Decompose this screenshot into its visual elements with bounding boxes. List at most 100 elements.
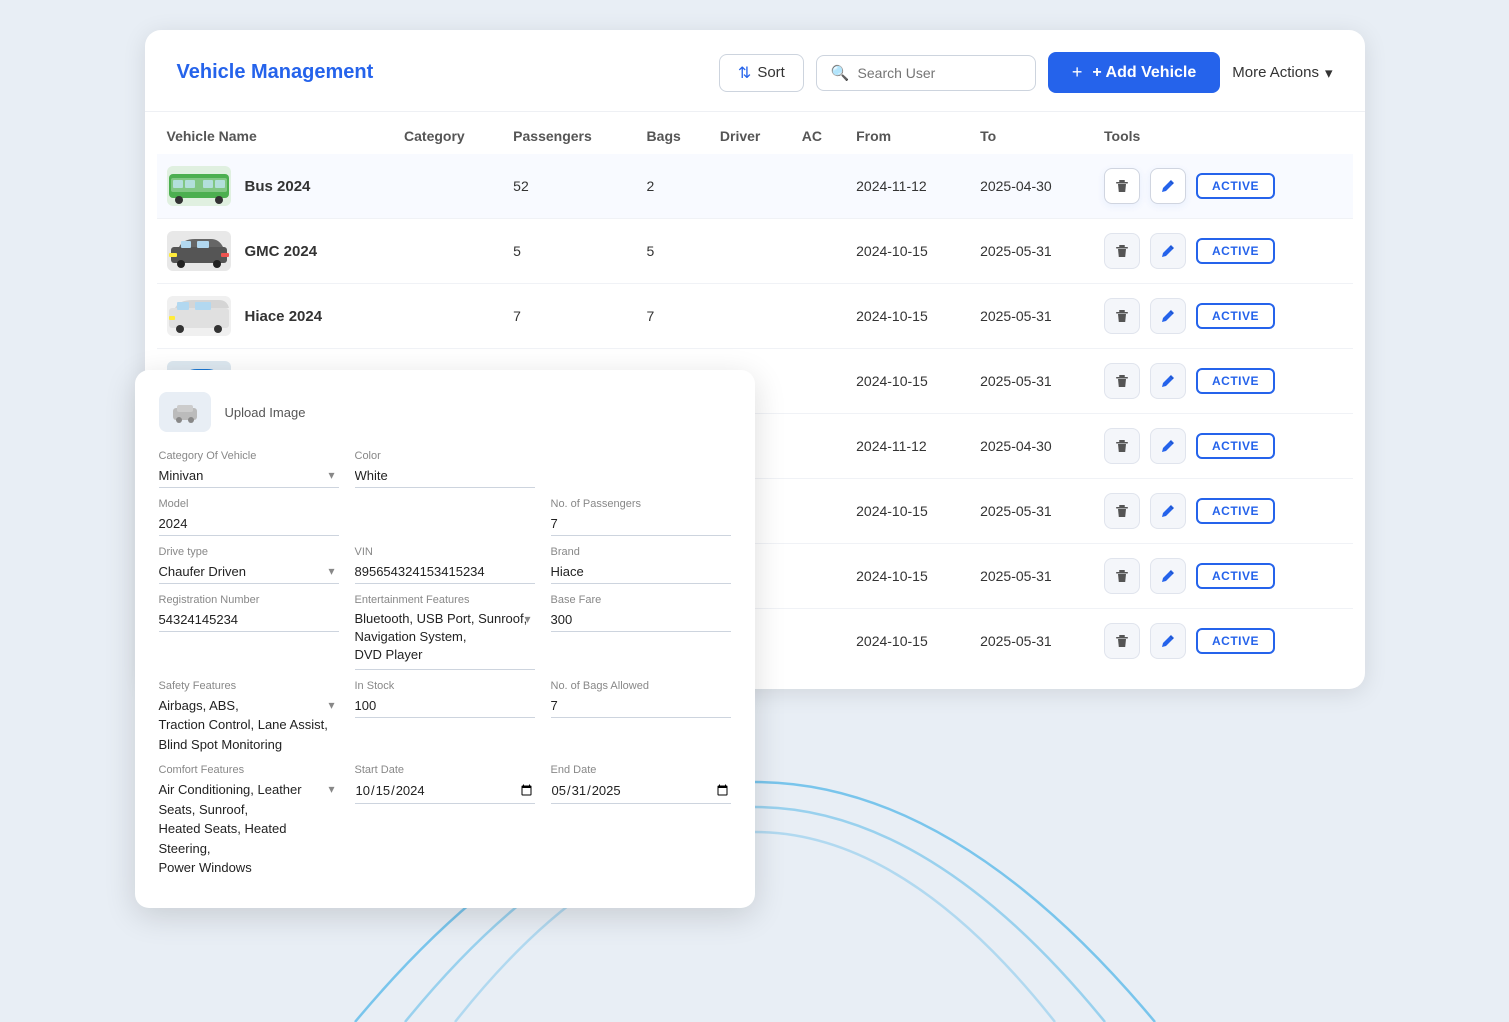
base-fare-input[interactable] [551,610,731,632]
sort-button[interactable]: ⇅ Sort [719,54,804,92]
edit-button[interactable] [1150,363,1186,399]
vehicle-name-cell: GMC 2024 [157,219,395,284]
more-actions-button[interactable]: More Actions ▾ [1232,64,1332,82]
driver-cell [710,284,792,349]
ac-cell [792,349,846,414]
base-fare-label: Base Fare [551,594,731,606]
in-stock-group: In Stock [355,680,535,755]
edit-button[interactable] [1150,428,1186,464]
from-cell: 2024-11-12 [846,414,970,479]
category-select[interactable]: Minivan [159,466,339,488]
brand-label: Brand [551,546,731,558]
col-ac: AC [792,112,846,154]
status-badge: ACTIVE [1196,368,1275,394]
delete-button[interactable] [1104,428,1140,464]
sort-icon: ⇅ [738,63,751,83]
to-cell: 2025-04-30 [970,414,1094,479]
reg-group: Registration Number [159,594,339,670]
car-icon [171,398,199,426]
main-card: Vehicle Management ⇅ Sort 🔍 + + Add Vehi… [145,30,1365,689]
upload-icon-box [159,392,211,432]
edit-button[interactable] [1150,493,1186,529]
delete-button[interactable] [1104,623,1140,659]
col-bags: Bags [637,112,710,154]
bags-allowed-label: No. of Bags Allowed [551,680,731,692]
in-stock-input[interactable] [355,696,535,718]
delete-button[interactable] [1104,558,1140,594]
vehicle-image [167,296,231,336]
tools-cell: ACTIVE [1094,479,1353,544]
col-from: From [846,112,970,154]
delete-button[interactable] [1104,233,1140,269]
model-input[interactable] [159,514,339,536]
bags-allowed-input[interactable] [551,696,731,718]
form-row-6: Comfort Features Air Conditioning, Leath… [159,764,731,878]
model-label: Model [159,498,339,510]
base-fare-group: Base Fare [551,594,731,670]
ac-cell [792,609,846,674]
safety-value: Airbags, ABS,Traction Control, Lane Assi… [159,696,339,755]
ac-cell [792,414,846,479]
upload-label[interactable]: Upload Image [225,405,306,420]
comfort-label: Comfort Features [159,764,339,776]
add-vehicle-button[interactable]: + + Add Vehicle [1048,52,1220,93]
edit-button[interactable] [1150,233,1186,269]
color-input[interactable] [355,466,535,488]
brand-input[interactable] [551,562,731,584]
edit-icon [1160,633,1176,649]
entertainment-group: Entertainment Features Bluetooth, USB Po… [355,594,535,670]
ac-cell [792,154,846,219]
search-input[interactable] [858,65,1018,81]
tools-cell: ACTIVE [1094,349,1353,414]
passengers-cell: 7 [503,284,636,349]
to-cell: 2025-05-31 [970,479,1094,544]
safety-group: Safety Features Airbags, ABS,Traction Co… [159,680,339,755]
delete-button[interactable] [1104,363,1140,399]
to-cell: 2025-05-31 [970,284,1094,349]
drive-type-select[interactable]: Chaufer Driven [159,562,339,584]
edit-button[interactable] [1150,623,1186,659]
from-cell: 2024-10-15 [846,479,970,544]
passengers-cell: 5 [503,219,636,284]
trash-icon [1114,178,1130,194]
start-date-input[interactable] [355,780,535,804]
comfort-value: Air Conditioning, Leather Seats, Sunroof… [159,780,339,878]
card-header: Vehicle Management ⇅ Sort 🔍 + + Add Vehi… [145,30,1365,112]
from-cell: 2024-10-15 [846,544,970,609]
table-row: Hiace 2024 7 7 2024-10-15 2025-05-31 [157,284,1353,349]
edit-button[interactable] [1150,168,1186,204]
col-vehicle-name: Vehicle Name [157,112,395,154]
table-row: GMC 2024 5 5 2024-10-15 2025-05-31 [157,219,1353,284]
edit-icon [1160,373,1176,389]
edit-button[interactable] [1150,298,1186,334]
from-cell: 2024-11-12 [846,154,970,219]
vehicle-image [167,166,231,206]
passengers-input[interactable] [551,514,731,536]
end-date-input[interactable] [551,780,731,804]
trash-icon [1114,438,1130,454]
brand-group: Brand [551,546,731,584]
edit-icon [1160,178,1176,194]
trash-icon [1114,568,1130,584]
edit-icon [1160,243,1176,259]
passengers-cell: 52 [503,154,636,219]
table-row: Bus 2024 52 2 2024-11-12 2025-04-30 [157,154,1353,219]
edit-button[interactable] [1150,558,1186,594]
trash-icon [1114,633,1130,649]
plus-icon: + [1072,62,1083,83]
form-row-3: Drive type Chaufer Driven VIN Brand [159,546,731,584]
delete-button[interactable] [1104,168,1140,204]
col-to: To [970,112,1094,154]
vin-input[interactable] [355,562,535,584]
page-title: Vehicle Management [177,61,374,84]
model-group: Model [159,498,339,536]
col-category: Category [394,112,503,154]
reg-input[interactable] [159,610,339,632]
to-cell: 2025-05-31 [970,219,1094,284]
delete-button[interactable] [1104,493,1140,529]
delete-button[interactable] [1104,298,1140,334]
upload-row: Upload Image [159,392,731,432]
edit-icon [1160,568,1176,584]
category-cell [394,154,503,219]
add-vehicle-label: + Add Vehicle [1090,64,1196,82]
